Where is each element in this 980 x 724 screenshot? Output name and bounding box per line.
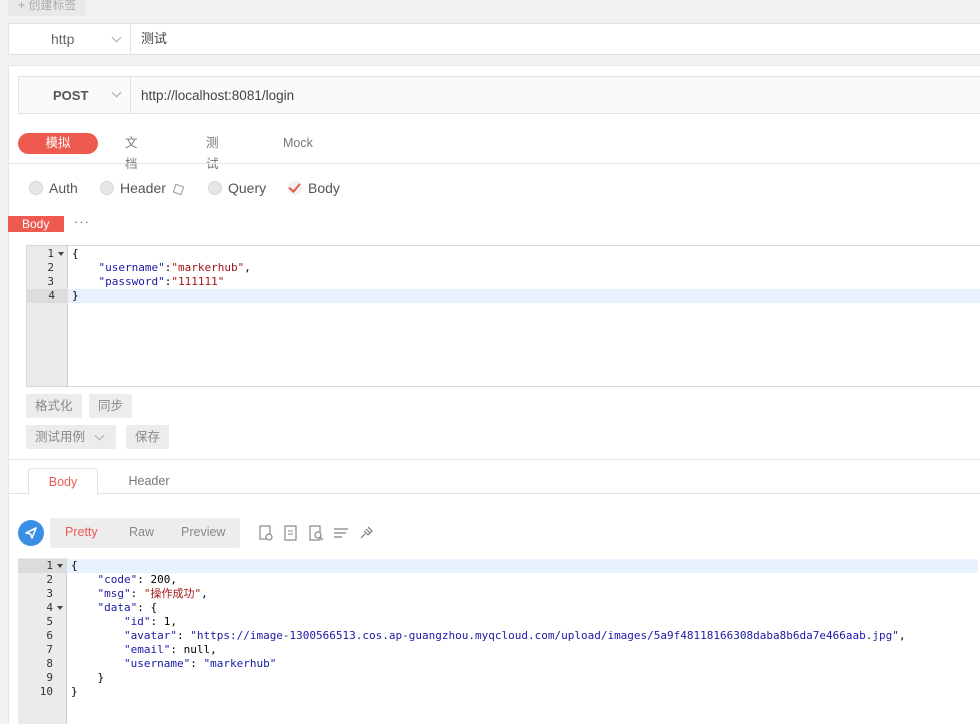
line-number: 6 — [46, 629, 53, 642]
code-line: 3 "msg": "操作成功", — [18, 587, 978, 601]
document-icon[interactable] — [283, 525, 299, 541]
copy-doc-icon[interactable] — [258, 525, 274, 541]
param-query-label: Query — [228, 180, 267, 196]
response-body-viewer[interactable]: 1 { 2 "code": 200, 3 "msg": "操作成功", 4 "d… — [18, 558, 980, 724]
sync-button[interactable]: 同步 — [89, 394, 133, 418]
code-text: "data": { — [97, 601, 158, 614]
tab-simulate[interactable]: 模拟 — [18, 133, 98, 154]
code-text: "username":"markerhub", — [98, 261, 251, 274]
protocol-select[interactable]: http — [9, 24, 131, 54]
radio-icon — [100, 181, 114, 195]
code-line: 6 "avatar": "https://image-1300566513.co… — [18, 629, 978, 643]
view-pretty[interactable]: Pretty — [65, 525, 98, 539]
radio-icon — [208, 181, 222, 195]
chevron-down-icon — [111, 32, 122, 43]
send-icon[interactable] — [18, 520, 44, 546]
fold-arrow-icon[interactable] — [58, 252, 64, 256]
code-line: 5 "id": 1, — [18, 615, 978, 629]
chevron-down-icon — [111, 87, 122, 98]
code-text: "email": null, — [123, 643, 217, 656]
method-value: POST — [53, 88, 89, 103]
fold-arrow-icon[interactable] — [57, 606, 63, 610]
line-number: 3 — [46, 587, 53, 600]
divider — [8, 163, 980, 164]
line-number: 8 — [46, 657, 53, 670]
param-body[interactable]: Body — [288, 180, 340, 196]
code-line: 3 "password":"111111" — [27, 275, 980, 289]
code-text: "username": "markerhub" — [123, 657, 277, 670]
chevron-down-icon — [94, 430, 105, 441]
code-text: } — [71, 685, 78, 698]
wrap-lines-icon[interactable] — [333, 525, 349, 541]
tab-test[interactable]: 测试 — [206, 133, 219, 171]
code-text: "msg": "操作成功", — [97, 587, 208, 600]
response-tabbar: Body Header — [8, 465, 980, 495]
param-header-label: Header — [120, 180, 166, 196]
body-badge: Body — [8, 216, 64, 232]
line-number: 2 — [46, 573, 53, 586]
code-line: 2 "code": 200, — [18, 573, 978, 587]
api-name-input[interactable]: 测试 — [141, 24, 167, 54]
url-input[interactable]: http://localhost:8081/login — [141, 88, 294, 103]
line-number: 1 — [47, 247, 54, 260]
save-button[interactable]: 保存 — [126, 425, 170, 449]
cube-icon — [172, 183, 185, 196]
code-text: "id": 1, — [123, 615, 177, 628]
radio-icon — [29, 181, 43, 195]
line-number: 7 — [46, 643, 53, 656]
code-text: } — [72, 289, 79, 302]
code-line: 9 } — [18, 671, 978, 685]
create-tag-button[interactable]: + 创建标签 — [8, 0, 87, 16]
view-raw[interactable]: Raw — [129, 525, 154, 539]
protocol-row: http 测试 — [8, 23, 980, 55]
param-query[interactable]: Query — [208, 180, 266, 196]
param-header[interactable]: Header — [100, 180, 185, 196]
testcase-label: 测试用例 — [35, 430, 86, 444]
code-text: "password":"111111" — [98, 275, 225, 288]
code-text: } — [71, 671, 105, 684]
more-icon[interactable]: ··· — [74, 214, 90, 229]
line-number: 2 — [47, 261, 54, 274]
param-body-label: Body — [308, 180, 340, 196]
tab-response-body[interactable]: Body — [28, 468, 98, 495]
request-body-editor[interactable]: 1 { 2 "username":"markerhub", 3 "passwor… — [26, 245, 980, 387]
code-line: 4 "data": { — [18, 601, 978, 615]
protocol-value: http — [51, 31, 75, 47]
divider — [8, 459, 980, 460]
code-text: { — [72, 247, 79, 260]
code-text: { — [71, 559, 78, 572]
testcase-select[interactable]: 测试用例 — [26, 425, 116, 449]
code-line: 2 "username":"markerhub", — [27, 261, 980, 275]
search-doc-icon[interactable] — [308, 525, 324, 541]
param-auth-label: Auth — [49, 180, 78, 196]
line-number: 3 — [47, 275, 54, 288]
checkmark-icon — [288, 181, 302, 195]
code-line-active: 1 { — [18, 559, 978, 573]
line-number: 4 — [46, 601, 53, 614]
param-auth[interactable]: Auth — [29, 180, 78, 196]
code-line: 1 { — [27, 247, 980, 261]
tab-mock[interactable]: Mock — [283, 133, 313, 154]
code-line-active: 4 } — [27, 289, 980, 303]
plug-icon[interactable] — [358, 525, 374, 541]
code-text: "code": 200, — [97, 573, 178, 586]
fold-arrow-icon[interactable] — [57, 564, 63, 568]
view-mode-tabs: Pretty Raw Preview — [50, 518, 240, 548]
request-url-row: POST http://localhost:8081/login — [18, 76, 980, 114]
code-line: 8 "username": "markerhub" — [18, 657, 978, 671]
tab-response-header[interactable]: Header — [116, 468, 182, 495]
line-number: 9 — [46, 671, 53, 684]
line-number: 4 — [27, 289, 68, 303]
format-button[interactable]: 格式化 — [26, 394, 82, 418]
code-line: 7 "email": null, — [18, 643, 978, 657]
code-text: "avatar": "https://image-1300566513.cos.… — [123, 629, 906, 642]
method-select[interactable]: POST — [19, 77, 131, 113]
line-number: 10 — [39, 685, 53, 698]
view-preview[interactable]: Preview — [181, 525, 225, 539]
tab-docs[interactable]: 文档 — [125, 133, 138, 171]
line-number: 5 — [46, 615, 53, 628]
code-line: 10 } — [18, 685, 978, 699]
